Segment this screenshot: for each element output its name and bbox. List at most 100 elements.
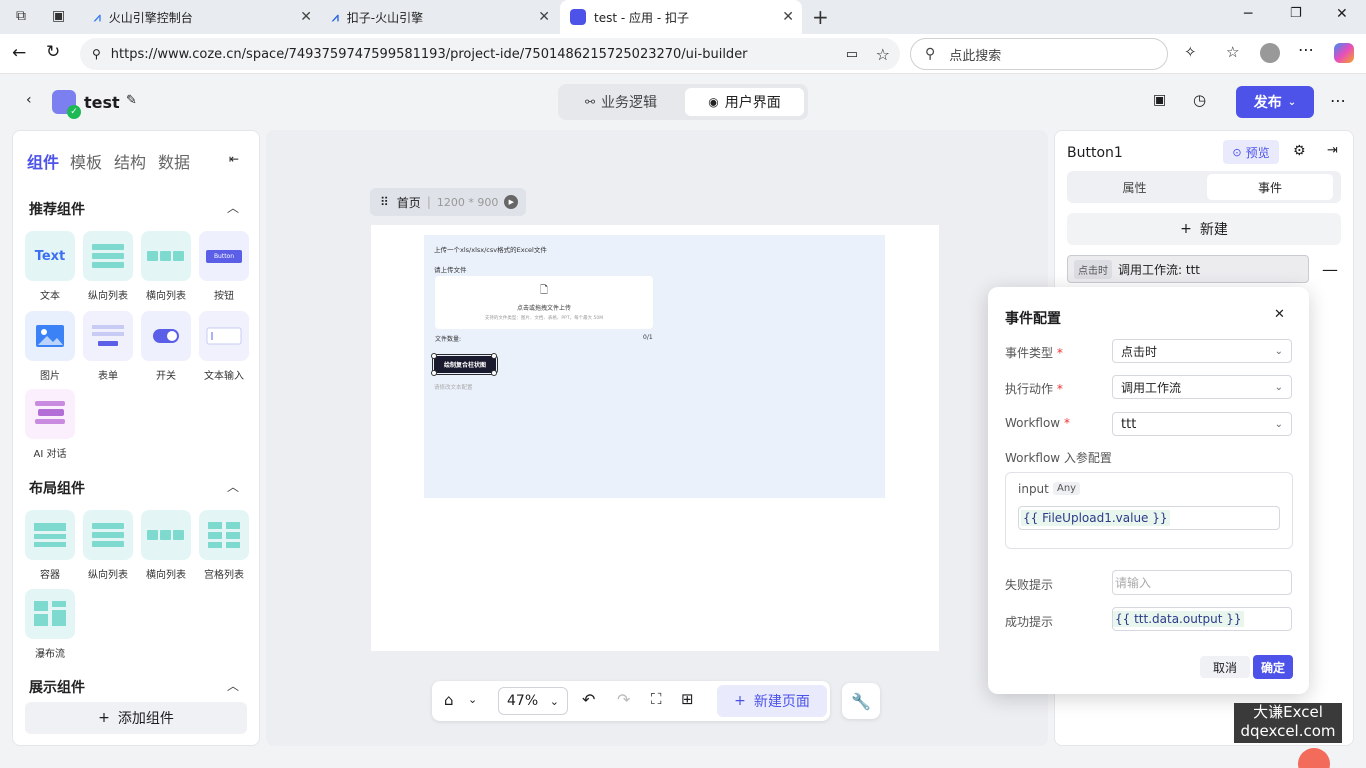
back-chevron-icon[interactable]: ‹	[26, 92, 32, 108]
tab-events[interactable]: 事件	[1207, 174, 1333, 200]
tab-business-logic[interactable]: ⚯ 业务逻辑	[562, 88, 680, 116]
preview-button[interactable]: ⊙ 预览	[1223, 140, 1279, 164]
resize-handle[interactable]	[431, 370, 437, 376]
browser-tab-coze-volcengine[interactable]: ⩘ 扣子-火山引擎 ✕	[322, 0, 558, 34]
component-grid-list[interactable]: 宫格列表	[199, 510, 249, 581]
undo-icon[interactable]: ↶	[582, 690, 595, 709]
component-horizontal-list[interactable]: 横向列表	[141, 231, 191, 302]
resize-handle[interactable]	[431, 353, 437, 359]
zoom-select[interactable]: 47% ⌄	[498, 687, 568, 715]
copilot-icon[interactable]	[1334, 43, 1354, 63]
edit-icon[interactable]: ✎	[126, 93, 137, 108]
mouse-icon[interactable]: ⌂	[444, 691, 454, 709]
profile-avatar[interactable]	[1260, 43, 1280, 63]
component-button[interactable]: Button 按钮	[199, 231, 249, 302]
workflow-select[interactable]: ttt ⌄	[1112, 412, 1292, 436]
file-upload-zone[interactable]: 🗋 点击或拖拽文件上传 支持的文件类型：图片、文档、表格、PPT，每个最大 50…	[435, 276, 653, 329]
tab-components[interactable]: 组件	[27, 149, 59, 173]
close-window-icon[interactable]: ✕	[1336, 6, 1348, 22]
resize-handle[interactable]	[491, 353, 497, 359]
component-container[interactable]: 容器	[25, 510, 75, 581]
site-info-icon[interactable]: ⚲	[92, 47, 101, 61]
collapse-right-icon[interactable]: ⇥	[1327, 143, 1338, 158]
component-vertical-list-layout[interactable]: 纵向列表	[83, 510, 133, 581]
grid-list-icon	[199, 510, 249, 560]
browser-tab-coze-app[interactable]: test - 应用 - 扣子 ✕	[560, 0, 802, 34]
page-size: 1200 * 900	[436, 195, 499, 209]
component-horizontal-list-layout[interactable]: 横向列表	[141, 510, 191, 581]
new-tab-icon[interactable]: +	[812, 5, 829, 29]
new-page-button[interactable]: + 新建页面	[717, 685, 827, 717]
url-field[interactable]: ⚲ https://www.coze.cn/space/749375974759…	[80, 38, 900, 70]
remove-event-icon[interactable]: —	[1322, 260, 1338, 279]
component-image[interactable]: 图片	[25, 311, 75, 382]
close-tab-icon[interactable]: ✕	[300, 9, 312, 25]
resize-handle[interactable]	[491, 370, 497, 376]
component-form[interactable]: 表单	[83, 311, 133, 382]
component-waterfall[interactable]: 瀑布流	[25, 589, 75, 660]
favorite-star-icon[interactable]: ☆	[876, 45, 890, 64]
history-icon[interactable]: ◷	[1193, 91, 1206, 109]
new-event-button[interactable]: + 新建	[1067, 213, 1341, 245]
component-switch[interactable]: 开关	[141, 311, 191, 382]
tab-actions-icon[interactable]: ▣	[52, 8, 65, 24]
publish-button[interactable]: 发布 ⌄	[1236, 86, 1314, 118]
minimize-icon[interactable]: ─	[1244, 6, 1252, 22]
chevron-down-icon[interactable]: ⌄	[468, 693, 477, 706]
restore-icon[interactable]: ❐	[1290, 6, 1302, 21]
event-type-select[interactable]: 点击时 ⌄	[1112, 339, 1292, 363]
back-arrow-icon[interactable]: ←	[12, 43, 26, 63]
settings-gear-icon[interactable]: ⚙	[1293, 143, 1306, 159]
chat-avatar-icon[interactable]	[1298, 748, 1330, 768]
add-component-button[interactable]: + 添加组件	[25, 702, 247, 734]
collapse-panel-icon[interactable]: ⇤	[229, 152, 239, 166]
ai-chat-icon	[25, 389, 75, 439]
wrench-icon: 🔧	[851, 691, 871, 711]
component-label: 按钮	[214, 291, 234, 302]
play-icon[interactable]: ▶	[504, 195, 519, 209]
tab-structure[interactable]: 结构	[114, 149, 146, 173]
page-canvas[interactable]: 上传一个xls/xlsx/csv格式的Excel文件 请上传文件 🗋 点击或拖拽…	[371, 225, 939, 651]
selected-button[interactable]: 绘制复合柱状图	[432, 354, 498, 375]
tab-properties[interactable]: 属性	[1069, 174, 1200, 200]
more-icon[interactable]: ⋯	[1298, 40, 1314, 59]
tab-templates[interactable]: 模板	[70, 149, 102, 173]
component-vertical-list[interactable]: 纵向列表	[83, 231, 133, 302]
extensions-icon[interactable]: ✧	[1184, 43, 1197, 61]
confirm-button[interactable]: 确定	[1253, 655, 1293, 679]
reading-mode-icon[interactable]: ▭	[846, 47, 858, 62]
reload-icon[interactable]: ↻	[46, 42, 60, 62]
component-ai-chat[interactable]: AI 对话	[25, 389, 75, 460]
preview-upload-label: 请上传文件	[434, 266, 467, 274]
event-item[interactable]: 点击时 调用工作流: ttt	[1067, 255, 1309, 283]
redo-icon[interactable]: ↷	[617, 690, 630, 709]
fail-input[interactable]: 请输入	[1112, 570, 1292, 595]
chevron-up-icon[interactable]: ︿	[227, 478, 239, 495]
tab-data[interactable]: 数据	[158, 149, 190, 173]
chevron-up-icon[interactable]: ︿	[227, 677, 239, 694]
chevron-up-icon[interactable]: ︿	[227, 199, 239, 216]
tab-user-interface[interactable]: ◉ 用户界面	[685, 88, 804, 116]
tools-button[interactable]: 🔧	[842, 683, 880, 719]
more-options-icon[interactable]: ⋯	[1330, 91, 1346, 110]
close-tab-icon[interactable]: ✕	[538, 9, 550, 25]
fit-screen-icon[interactable]: ⛶	[651, 690, 662, 708]
archive-icon[interactable]: ▣	[1153, 92, 1166, 108]
cancel-button[interactable]: 取消	[1200, 656, 1250, 678]
text-component-icon: Text	[25, 231, 75, 281]
search-input[interactable]: ⚲ 点此搜索	[910, 38, 1168, 70]
param-value-input[interactable]: {{ FileUpload1.value }}	[1018, 506, 1280, 530]
browser-tab-volcengine-console[interactable]: ⩘ 火山引擎控制台 ✕	[84, 0, 320, 34]
component-text[interactable]: Text 文本	[25, 231, 75, 302]
page-label-bar[interactable]: ⠿ 首页 | 1200 * 900 ▶	[370, 188, 526, 216]
component-text-input[interactable]: 文本输入	[199, 311, 249, 382]
success-input[interactable]: {{ ttt.data.output }}	[1112, 607, 1292, 631]
drag-handle-icon[interactable]: ⠿	[380, 195, 389, 209]
close-tab-icon[interactable]: ✕	[782, 9, 794, 25]
workspaces-icon[interactable]: ⧉	[16, 8, 26, 24]
close-icon[interactable]: ✕	[1274, 307, 1285, 322]
page-content[interactable]: 上传一个xls/xlsx/csv格式的Excel文件 请上传文件 🗋 点击或拖拽…	[424, 235, 885, 498]
grid-layout-icon[interactable]: ⊞	[681, 690, 694, 708]
action-select[interactable]: 调用工作流 ⌄	[1112, 375, 1292, 399]
favorites-icon[interactable]: ☆	[1226, 43, 1239, 61]
